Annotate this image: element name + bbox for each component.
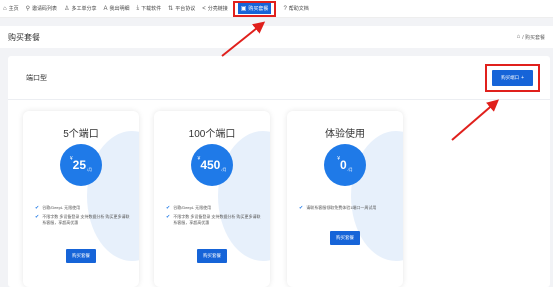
nav-item-8[interactable]: ? 帮助文档	[283, 0, 308, 18]
share-icon: <	[202, 5, 206, 12]
buy-plan-button[interactable]: 购买套餐	[330, 231, 360, 245]
download-icon: ⤓	[136, 5, 140, 11]
page-title: 购买套餐	[8, 32, 40, 42]
plans-panel: 端口型 购买端口 + 5个端口 ¥25/月 ✔ 谷歌/DeepL 无限使用 ✔ 不限字数 …	[8, 56, 550, 287]
check-icon: ✔	[299, 205, 304, 211]
plan-name: 5个端口	[63, 129, 99, 140]
plan-card: 100个端口 ¥450/月 ✔ 谷歌/DeepL 无限使用 ✔ 不限字数 多设备登录 支持…	[154, 111, 270, 287]
feature-list: ✔ 谷歌/DeepL 无限使用 ✔ 不限字数 多设备登录 支持数据分析 购买更多请联系…	[35, 205, 131, 229]
nav-item-3[interactable]: A 我出明细	[103, 0, 129, 18]
feature-text: 谷歌/DeepL 无限使用	[42, 205, 81, 210]
buy-port-label: 购买端口	[501, 74, 520, 80]
nav-item-1[interactable]: ⚲ 邀请码列表	[26, 0, 57, 18]
nav-item-6[interactable]: < 分亮链接	[202, 0, 228, 18]
feature-item: ✔ 请联系客服领取免费体验1端口一周试用	[299, 205, 395, 211]
buy-port-button[interactable]: 购买端口 +	[492, 69, 533, 86]
nav-item-label: 邀请码列表	[32, 6, 58, 12]
help-icon: ?	[283, 5, 287, 12]
price-unit: /月	[347, 167, 353, 172]
check-icon: ✔	[35, 205, 40, 211]
price-badge: ¥450/月	[191, 144, 233, 186]
nav-item-4[interactable]: ⤓ 下载软件	[137, 0, 162, 18]
breadcrumb: ⌂ / 购买套餐	[517, 34, 545, 41]
price-amount: 25	[72, 158, 86, 172]
feature-list: ✔ 请联系客服领取免费体验1端口一周试用	[299, 205, 395, 214]
top-nav: ⌂ 主页 ⚲ 邀请码列表 ♙ 多工单分享 A 我出明细 ⤓ 下载软件 ⇅ 平台协议 < 分亮链接 ▣ 购买套餐…	[0, 0, 553, 18]
feature-item: ✔ 不限字数 多设备登录 支持数据分析 购买更多请联系客服，享超高优惠	[166, 214, 262, 226]
nav-item-label: 我出明细	[109, 6, 130, 12]
user-icon: ♙	[64, 6, 70, 12]
breadcrumb-current: / 购买套餐	[522, 34, 545, 41]
page-header: 购买套餐 ⌂ / 购买套餐	[0, 26, 553, 48]
feature-item: ✔ 谷歌/DeepL 无限使用	[166, 205, 262, 211]
price-unit: /月	[87, 167, 93, 172]
price-badge: ¥25/月	[60, 144, 102, 186]
buy-port-highlight: 购买端口 +	[485, 63, 540, 92]
plus-icon: +	[521, 74, 524, 81]
nav-item-7[interactable]: ▣ 购买套餐	[232, 0, 277, 17]
price-amount: 0	[339, 158, 347, 172]
check-icon: ✔	[166, 205, 171, 211]
panel-header: 端口型 购买端口 +	[8, 56, 550, 100]
plan-name: 体验使用	[325, 129, 365, 140]
check-icon: ✔	[166, 214, 171, 220]
nav-item-label: 分亮链接	[207, 6, 228, 12]
nav-item-label: 主页	[8, 6, 19, 12]
translate-icon: A	[103, 5, 108, 12]
transfer-icon: ⇅	[168, 6, 174, 12]
pin-icon: ⚲	[25, 6, 31, 12]
nav-item-label: 购买套餐	[248, 6, 269, 12]
nav-item-2[interactable]: ♙ 多工单分享	[64, 0, 96, 18]
price-badge: ¥0/月	[324, 144, 366, 186]
price-amount: 450	[200, 158, 221, 172]
nav-item-label: 下载软件	[141, 6, 162, 12]
nav-item-active-inner: ▣ 购买套餐	[237, 3, 272, 14]
feature-text: 谷歌/DeepL 无限使用	[173, 205, 212, 210]
feature-item: ✔ 不限字数 多设备登录 支持数据分析 购买更多请联系客服，享超高优惠	[35, 214, 131, 226]
panel-title: 端口型	[26, 74, 47, 82]
home-icon[interactable]: ⌂	[517, 34, 521, 40]
buy-plan-button[interactable]: 购买套餐	[197, 249, 227, 263]
nav-item-5[interactable]: ⇅ 平台协议	[168, 0, 195, 18]
nav-item-label: 多工单分享	[71, 6, 97, 12]
nav-item-0[interactable]: ⌂ 主页	[3, 0, 19, 18]
buy-plan-button[interactable]: 购买套餐	[66, 249, 96, 263]
plan-card: 体验使用 ¥0/月 ✔ 请联系客服领取免费体验1端口一周试用购买套餐	[287, 111, 403, 287]
nav-item-label: 帮助文档	[288, 6, 309, 12]
plan-card: 5个端口 ¥25/月 ✔ 谷歌/DeepL 无限使用 ✔ 不限字数 多设备登录 支持数据分…	[23, 111, 139, 287]
package-icon: ▣	[240, 6, 247, 12]
feature-item: ✔ 谷歌/DeepL 无限使用	[35, 205, 131, 211]
nav-item-label: 平台协议	[175, 6, 196, 12]
feature-text: 请联系客服领取免费体验1端口一周试用	[306, 205, 377, 210]
check-icon: ✔	[35, 214, 40, 220]
plan-name: 100个端口	[188, 129, 236, 140]
home-icon: ⌂	[3, 5, 7, 12]
price-unit: /月	[221, 167, 227, 172]
feature-text: 不限字数 多设备登录 支持数据分析 购买更多请联系客服，享超高优惠	[173, 214, 261, 225]
feature-text: 不限字数 多设备登录 支持数据分析 购买更多请联系客服，享超高优惠	[42, 214, 130, 225]
feature-list: ✔ 谷歌/DeepL 无限使用 ✔ 不限字数 多设备登录 支持数据分析 购买更多请联系…	[166, 205, 262, 229]
